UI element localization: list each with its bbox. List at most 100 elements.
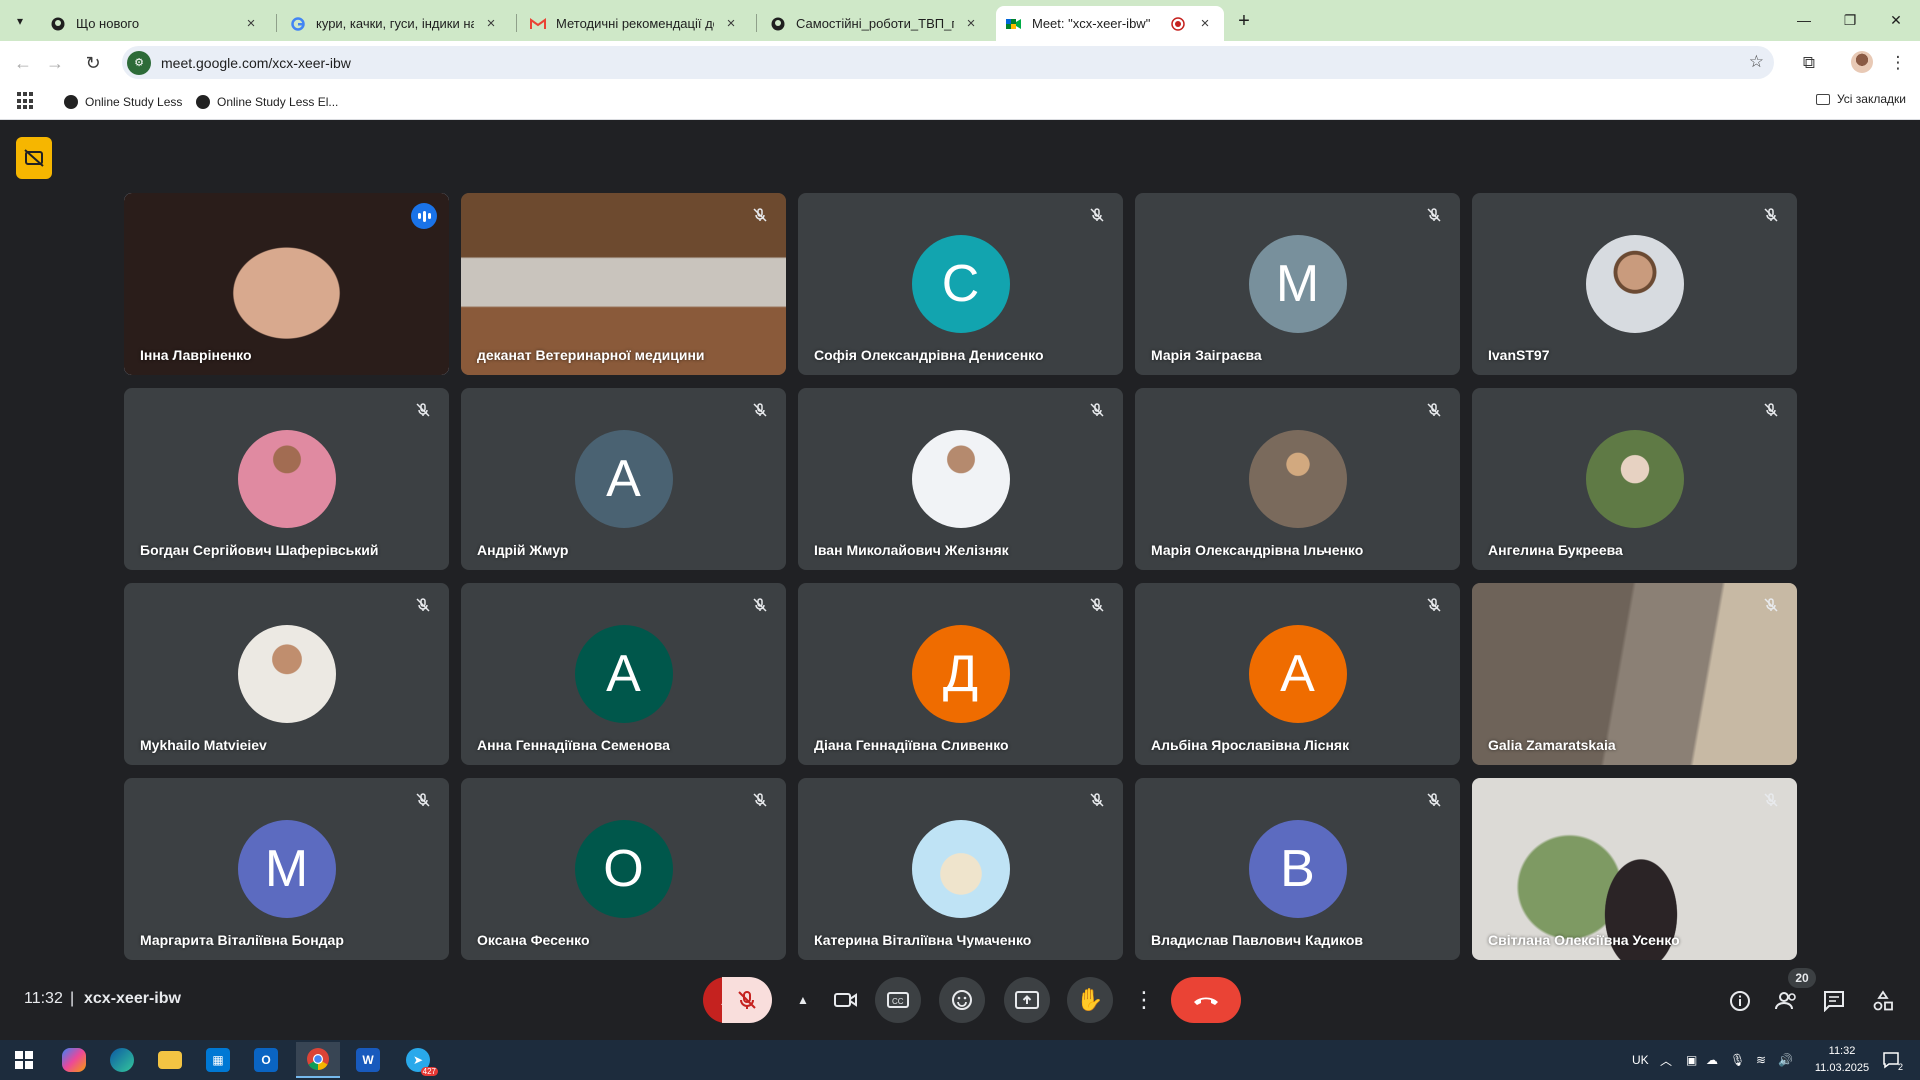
menu-kebab-icon[interactable]: ⋮ xyxy=(1885,50,1911,76)
bookmark-item[interactable]: Online Study Less El... xyxy=(196,92,338,112)
captions-off-icon[interactable] xyxy=(16,137,52,179)
participant-name: Інна Лавріненко xyxy=(140,347,252,363)
people-button[interactable] xyxy=(1772,986,1802,1016)
meet-tray-icon[interactable]: ▣ xyxy=(1686,1040,1697,1080)
mic-muted-icon xyxy=(1085,203,1109,227)
participant-tile[interactable]: Катерина Віталіївна Чумаченко xyxy=(798,778,1123,960)
close-icon[interactable]: × xyxy=(722,15,740,33)
reactions-button[interactable] xyxy=(939,977,985,1023)
chrome-browser-icon[interactable] xyxy=(296,1042,340,1078)
mic-off-button[interactable] xyxy=(722,977,772,1023)
activities-button[interactable] xyxy=(1868,986,1898,1016)
bookmark-star-icon[interactable]: ☆ xyxy=(1749,52,1764,72)
participant-avatar-photo xyxy=(237,430,336,528)
participant-tile[interactable]: Galia Zamaratskaia xyxy=(1472,583,1797,765)
tab-self-study[interactable]: Самостійні_роботи_ТВП_птахі × xyxy=(760,6,990,41)
address-bar[interactable]: ⚙ meet.google.com/xcx-xeer-ibw ☆ xyxy=(122,46,1774,79)
participant-tile[interactable]: Д Діана Геннадіївна Сливенко xyxy=(798,583,1123,765)
language-indicator[interactable]: UK xyxy=(1632,1040,1649,1080)
participant-tile[interactable]: IvanST97 xyxy=(1472,193,1797,375)
back-arrow-icon[interactable]: ← xyxy=(10,50,36,76)
tab-meet[interactable]: Meet: "xcx-xeer-ibw" × xyxy=(996,6,1224,41)
participant-tile[interactable]: С Софія Олександрівна Денисенко xyxy=(798,193,1123,375)
telegram-icon[interactable]: ➤ 427 xyxy=(396,1042,440,1078)
github-icon xyxy=(50,16,66,32)
windows-start-icon[interactable] xyxy=(2,1042,46,1078)
close-icon[interactable]: × xyxy=(482,15,500,33)
camera-button[interactable] xyxy=(823,977,869,1023)
participant-tile[interactable]: Mykhailo Matvieiev xyxy=(124,583,449,765)
participant-name: Альбіна Ярославівна Лісняк xyxy=(1151,737,1350,753)
extensions-puzzle-icon[interactable]: ⧉ xyxy=(1796,50,1822,76)
close-icon[interactable]: × xyxy=(1196,15,1214,33)
participant-tile[interactable]: Інна Лавріненко xyxy=(124,193,449,375)
participant-tile[interactable]: О Оксана Фесенко xyxy=(461,778,786,960)
participant-avatar-photo xyxy=(1585,430,1684,528)
participant-name: Світлана Олексіївна Усенко xyxy=(1488,932,1680,948)
copilot-icon[interactable] xyxy=(52,1042,96,1078)
bookmark-item[interactable]: Online Study Less xyxy=(64,92,182,112)
chat-button[interactable] xyxy=(1819,986,1849,1016)
participant-name: IvanST97 xyxy=(1488,347,1550,363)
minimize-icon[interactable]: — xyxy=(1790,8,1818,32)
profile-avatar[interactable] xyxy=(1851,51,1873,73)
participant-tile[interactable]: деканат Ветеринарної медицини xyxy=(461,193,786,375)
participant-name: Марія Заіграєва xyxy=(1151,347,1262,363)
wifi-icon[interactable]: ≋ xyxy=(1756,1040,1766,1080)
reload-icon[interactable]: ↻ xyxy=(80,50,106,76)
hang-up-phone-icon xyxy=(1194,997,1218,1005)
close-icon[interactable]: × xyxy=(962,15,980,33)
volume-icon[interactable]: 🔊 xyxy=(1778,1040,1793,1080)
tab-gmail[interactable]: Методичні рекомендації до ві × xyxy=(520,6,750,41)
telegram-unread-badge: 427 xyxy=(420,1067,438,1076)
mic-muted-icon xyxy=(411,593,435,617)
restore-icon[interactable]: ❐ xyxy=(1836,8,1864,32)
url-text[interactable]: meet.google.com/xcx-xeer-ibw xyxy=(161,55,351,71)
participant-avatar-letter: Д xyxy=(911,625,1010,723)
raise-hand-button[interactable]: ✋ xyxy=(1067,977,1113,1023)
close-icon[interactable]: × xyxy=(242,15,260,33)
notification-center-icon[interactable]: 2 xyxy=(1880,1049,1903,1072)
microphone-tray-icon[interactable]: 🎙 xyxy=(1730,1040,1745,1080)
tab-search-chevron-icon[interactable]: ▾ xyxy=(8,9,32,33)
tab-whats-new[interactable]: Що нового × xyxy=(40,6,270,41)
present-screen-button[interactable] xyxy=(1004,977,1050,1023)
participant-tile[interactable]: М Маргарита Віталіївна Бондар xyxy=(124,778,449,960)
participant-name: Ангелина Букреева xyxy=(1488,542,1623,558)
participant-tile[interactable]: А Альбіна Ярославівна Лісняк xyxy=(1135,583,1460,765)
participant-tile[interactable]: А Андрій Жмур xyxy=(461,388,786,570)
participant-avatar-photo xyxy=(1585,235,1684,333)
apps-grid-icon[interactable] xyxy=(17,92,35,110)
tab-google-search[interactable]: кури, качки, гуси, індики на бі × xyxy=(280,6,510,41)
video-settings-chevron-icon[interactable]: ▲ xyxy=(783,993,823,1007)
participant-tile[interactable]: А Анна Геннадіївна Семенова xyxy=(461,583,786,765)
participant-tile[interactable]: Ангелина Букреева xyxy=(1472,388,1797,570)
microsoft-store-icon[interactable]: ▦ xyxy=(196,1042,240,1078)
participant-avatar-letter: М xyxy=(1248,235,1347,333)
leave-call-button[interactable] xyxy=(1171,977,1241,1023)
file-explorer-icon[interactable] xyxy=(148,1042,192,1078)
participant-tile[interactable]: Богдан Сергійович Шаферівський xyxy=(124,388,449,570)
captions-button[interactable]: CC xyxy=(875,977,921,1023)
edge-browser-icon[interactable] xyxy=(100,1042,144,1078)
close-window-icon[interactable]: ✕ xyxy=(1882,8,1910,32)
participant-name: Оксана Фесенко xyxy=(477,932,590,948)
more-options-button[interactable]: ⋮ xyxy=(1131,977,1157,1023)
outlook-icon[interactable]: O xyxy=(244,1042,288,1078)
word-icon[interactable]: W xyxy=(346,1042,390,1078)
taskbar-clock[interactable]: 11:32 11.03.2025 xyxy=(1812,1043,1872,1077)
site-info-icon[interactable]: ⚙ xyxy=(127,50,151,75)
participant-tile[interactable]: Марія Олександрівна Ільченко xyxy=(1135,388,1460,570)
meeting-details-button[interactable] xyxy=(1725,986,1755,1016)
gmail-icon xyxy=(530,16,546,32)
google-icon xyxy=(290,16,306,32)
onedrive-cloud-icon[interactable]: ☁ xyxy=(1706,1040,1718,1080)
participant-tile[interactable]: М Марія Заіграєва xyxy=(1135,193,1460,375)
all-bookmarks-button[interactable]: Усі закладки xyxy=(1815,92,1906,106)
participant-tile[interactable]: В Владислав Павлович Кадиков xyxy=(1135,778,1460,960)
participant-tile[interactable]: Світлана Олексіївна Усенко xyxy=(1472,778,1797,960)
new-tab-plus-icon[interactable]: + xyxy=(1232,9,1256,33)
participant-tile[interactable]: Іван Миколайович Желізняк xyxy=(798,388,1123,570)
forward-arrow-icon[interactable]: → xyxy=(42,50,68,76)
tray-chevron-up-icon[interactable]: ︿ xyxy=(1660,1040,1672,1080)
